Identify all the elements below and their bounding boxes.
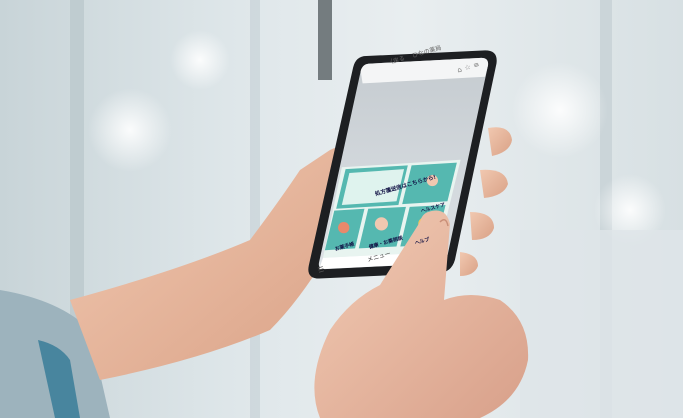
photo-background	[0, 0, 683, 418]
right-hand	[314, 210, 529, 418]
